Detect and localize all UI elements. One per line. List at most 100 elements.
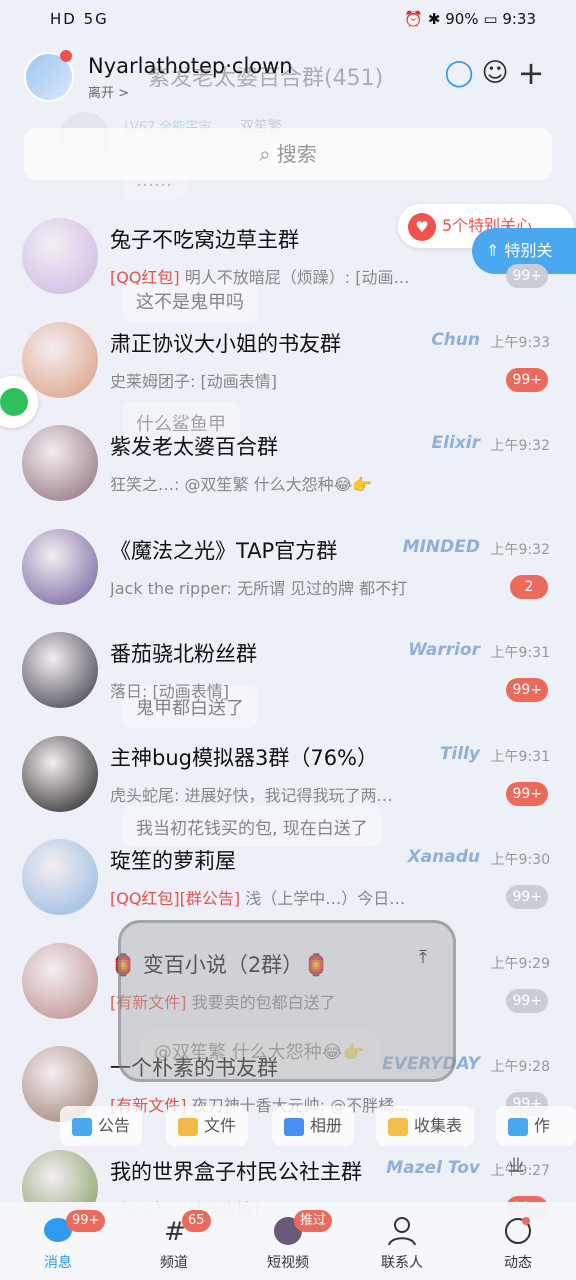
last-message: 虎头蛇尾: 进展好快，我记得我玩了两…: [110, 782, 460, 806]
nav-badge: 99+: [66, 1210, 106, 1232]
last-message: [QQ红包][群公告] 浅（上学中…）今日…: [110, 885, 460, 909]
unread-count: 99+: [506, 678, 548, 702]
group-avatar[interactable]: [22, 321, 98, 398]
message-text: Jack the ripper: 无所谓 见过的牌 都不打: [110, 578, 408, 598]
unread-count: 99+: [506, 367, 548, 392]
nav-badge: 65: [182, 1210, 211, 1232]
nav-messages[interactable]: 消息 99+: [10, 1210, 106, 1272]
message-text: 狂笑之…: @双笙繁 什么大怨种😂👉: [110, 475, 373, 494]
toolbar-forms[interactable]: 收集表: [376, 1106, 475, 1146]
pin-top-icon[interactable]: ⤒: [419, 947, 427, 968]
message-time: 上午9:31: [490, 748, 550, 765]
group-avatar[interactable]: [22, 218, 98, 294]
conversation-row[interactable]: 肃正协议大小姐的书友群史莱姆团子: [动画表情] Chun 上午9:33 99+: [0, 310, 576, 414]
moments-icon: [505, 1217, 531, 1244]
last-message: [QQ红包] 明人不放暗屁（烦躁）: [动画…: [110, 264, 460, 288]
message-time: 上午9:32: [490, 541, 550, 558]
message-text: 明人不放暗屁（烦躁）: [动画…: [179, 268, 410, 287]
group-name: 番茄骁北粉丝群: [110, 642, 257, 666]
group-name: 紫发老太婆百合群: [110, 435, 278, 459]
battery-icon: ▭: [483, 10, 498, 28]
group-avatar[interactable]: [22, 839, 98, 915]
message-tag: [QQ红包][群公告]: [110, 889, 241, 908]
message-text: 落日: [动画表情]: [110, 682, 229, 701]
search-bar[interactable]: ⌕ 搜索: [24, 128, 552, 180]
group-name: 肃正协议大小姐的书友群: [110, 331, 341, 356]
member-badge: Chun: [431, 329, 480, 350]
last-message: 史莱姆团子: [动画表情]: [110, 368, 460, 392]
group-name: 兔子不吃窝边草主群: [110, 228, 299, 252]
nav-label: 频道: [160, 1255, 188, 1271]
message-text: 史莱姆团子: [动画表情]: [110, 371, 277, 391]
qq-show-icon[interactable]: ◯: [442, 56, 476, 90]
conversation-row[interactable]: 紫发老太婆百合群狂笑之…: @双笙繁 什么大怨种😂👉 Elixir 上午9:32: [0, 413, 576, 517]
group-name: 琁笙的萝莉屋: [110, 849, 236, 873]
alarm-icon: ⏰: [404, 10, 424, 28]
last-message: 落日: [动画表情]: [110, 678, 460, 702]
bluetooth-icon: ✱: [427, 10, 441, 28]
nav-short-video[interactable]: 短视频 推过: [240, 1210, 336, 1272]
ghost-group-title: 紫发老太婆百合群(451): [148, 66, 384, 91]
nav-label: 动态: [504, 1255, 532, 1271]
form-icon: [388, 1117, 408, 1136]
message-text: 虎头蛇尾: 进展好快，我记得我玩了两…: [110, 785, 393, 805]
nav-label: 消息: [44, 1255, 72, 1271]
toolbar-album[interactable]: 相册: [272, 1106, 355, 1146]
clock: 9:33: [502, 10, 536, 28]
album-icon: [284, 1117, 304, 1136]
member-badge: Warrior: [408, 640, 480, 660]
contacts-icon: [388, 1217, 416, 1246]
member-badge: Tilly: [439, 743, 480, 764]
nav-badge: 推过: [294, 1210, 333, 1232]
unread-count: 99+: [506, 781, 548, 806]
member-badge: Mazel Tov: [386, 1157, 480, 1178]
message-time: 上午9:30: [490, 852, 550, 868]
conversation-row[interactable]: 番茄骁北粉丝群落日: [动画表情] Warrior 上午9:31 99+: [0, 620, 576, 724]
nav-moments[interactable]: 动态: [470, 1216, 566, 1272]
status-right: ⏰ ✱ 90% ▭ 9:33: [404, 10, 536, 28]
group-name: 《魔法之光》TAP官方群: [110, 538, 338, 563]
toolbar-label: 公告: [98, 1116, 131, 1135]
unread-count: 2: [510, 574, 548, 599]
last-message: Jack the ripper: 无所谓 见过的牌 都不打: [110, 575, 460, 599]
toolbar-announcement[interactable]: 公告: [60, 1106, 143, 1146]
group-avatar[interactable]: [22, 632, 98, 708]
nav-label: 短视频: [267, 1255, 309, 1271]
toolbar-homework[interactable]: 作业: [496, 1106, 576, 1175]
group-avatar[interactable]: [22, 425, 98, 501]
toolbar-label: 文件: [204, 1116, 237, 1135]
conversation-row[interactable]: 兔子不吃窝边草主群 [QQ红包] 明人不放暗屁（烦躁）: [动画… 99+: [0, 206, 576, 310]
status-bar: HD 5G ⏰ ✱ 90% ▭ 9:33: [0, 0, 576, 40]
nav-channel[interactable]: # 频道 65: [126, 1210, 222, 1272]
group-name: 主神bug模拟器3群（76%）: [110, 745, 379, 770]
nav-label: 联系人: [381, 1255, 423, 1271]
homework-icon: [508, 1117, 528, 1136]
member-badge: Elixir: [431, 433, 480, 453]
message-time: 上午9:31: [490, 645, 550, 661]
bottom-navigation: 消息 99+ # 频道 65 短视频 推过 联系人 动态: [0, 1202, 576, 1280]
conversation-row[interactable]: 琁笙的萝莉屋 [QQ红包][群公告] 浅（上学中…）今日… Xanadu 上午9:30…: [0, 827, 576, 931]
toolbar-label: 收集表: [414, 1116, 463, 1135]
online-status[interactable]: 离开 >: [88, 82, 129, 101]
group-avatar[interactable]: [22, 942, 98, 1019]
conversation-row[interactable]: 《魔法之光》TAP官方群 Jack the ripper: 无所谓 见过的牌 都不…: [0, 517, 576, 621]
member-badge: MINDED: [402, 536, 480, 557]
conversation-row[interactable]: 主神bug模拟器3群（76%） 虎头蛇尾: 进展好快，我记得我玩了两… Tilly 上…: [0, 724, 576, 828]
nav-contacts[interactable]: 联系人: [354, 1216, 450, 1272]
group-avatar[interactable]: [22, 735, 98, 812]
plus-icon[interactable]: +: [514, 56, 548, 90]
message-time: 上午9:33: [490, 334, 550, 351]
group-avatar[interactable]: [22, 528, 98, 605]
message-time: 上午9:28: [490, 1059, 550, 1075]
message-time: 上午9:29: [490, 955, 550, 972]
cat-icon[interactable]: ☺: [478, 56, 512, 90]
unread-count: 99+: [506, 264, 548, 288]
notification-dot: [60, 50, 72, 62]
toolbar-files[interactable]: 文件: [166, 1106, 249, 1146]
announcement-icon: [72, 1117, 92, 1136]
signal-indicators: HD 5G: [50, 10, 109, 28]
toolbar-label: 相册: [310, 1116, 343, 1135]
last-message: 狂笑之…: @双笙繁 什么大怨种😂👉: [110, 471, 460, 495]
floating-window[interactable]: ⤒: [118, 920, 456, 1082]
message-time: 上午9:32: [490, 438, 550, 454]
